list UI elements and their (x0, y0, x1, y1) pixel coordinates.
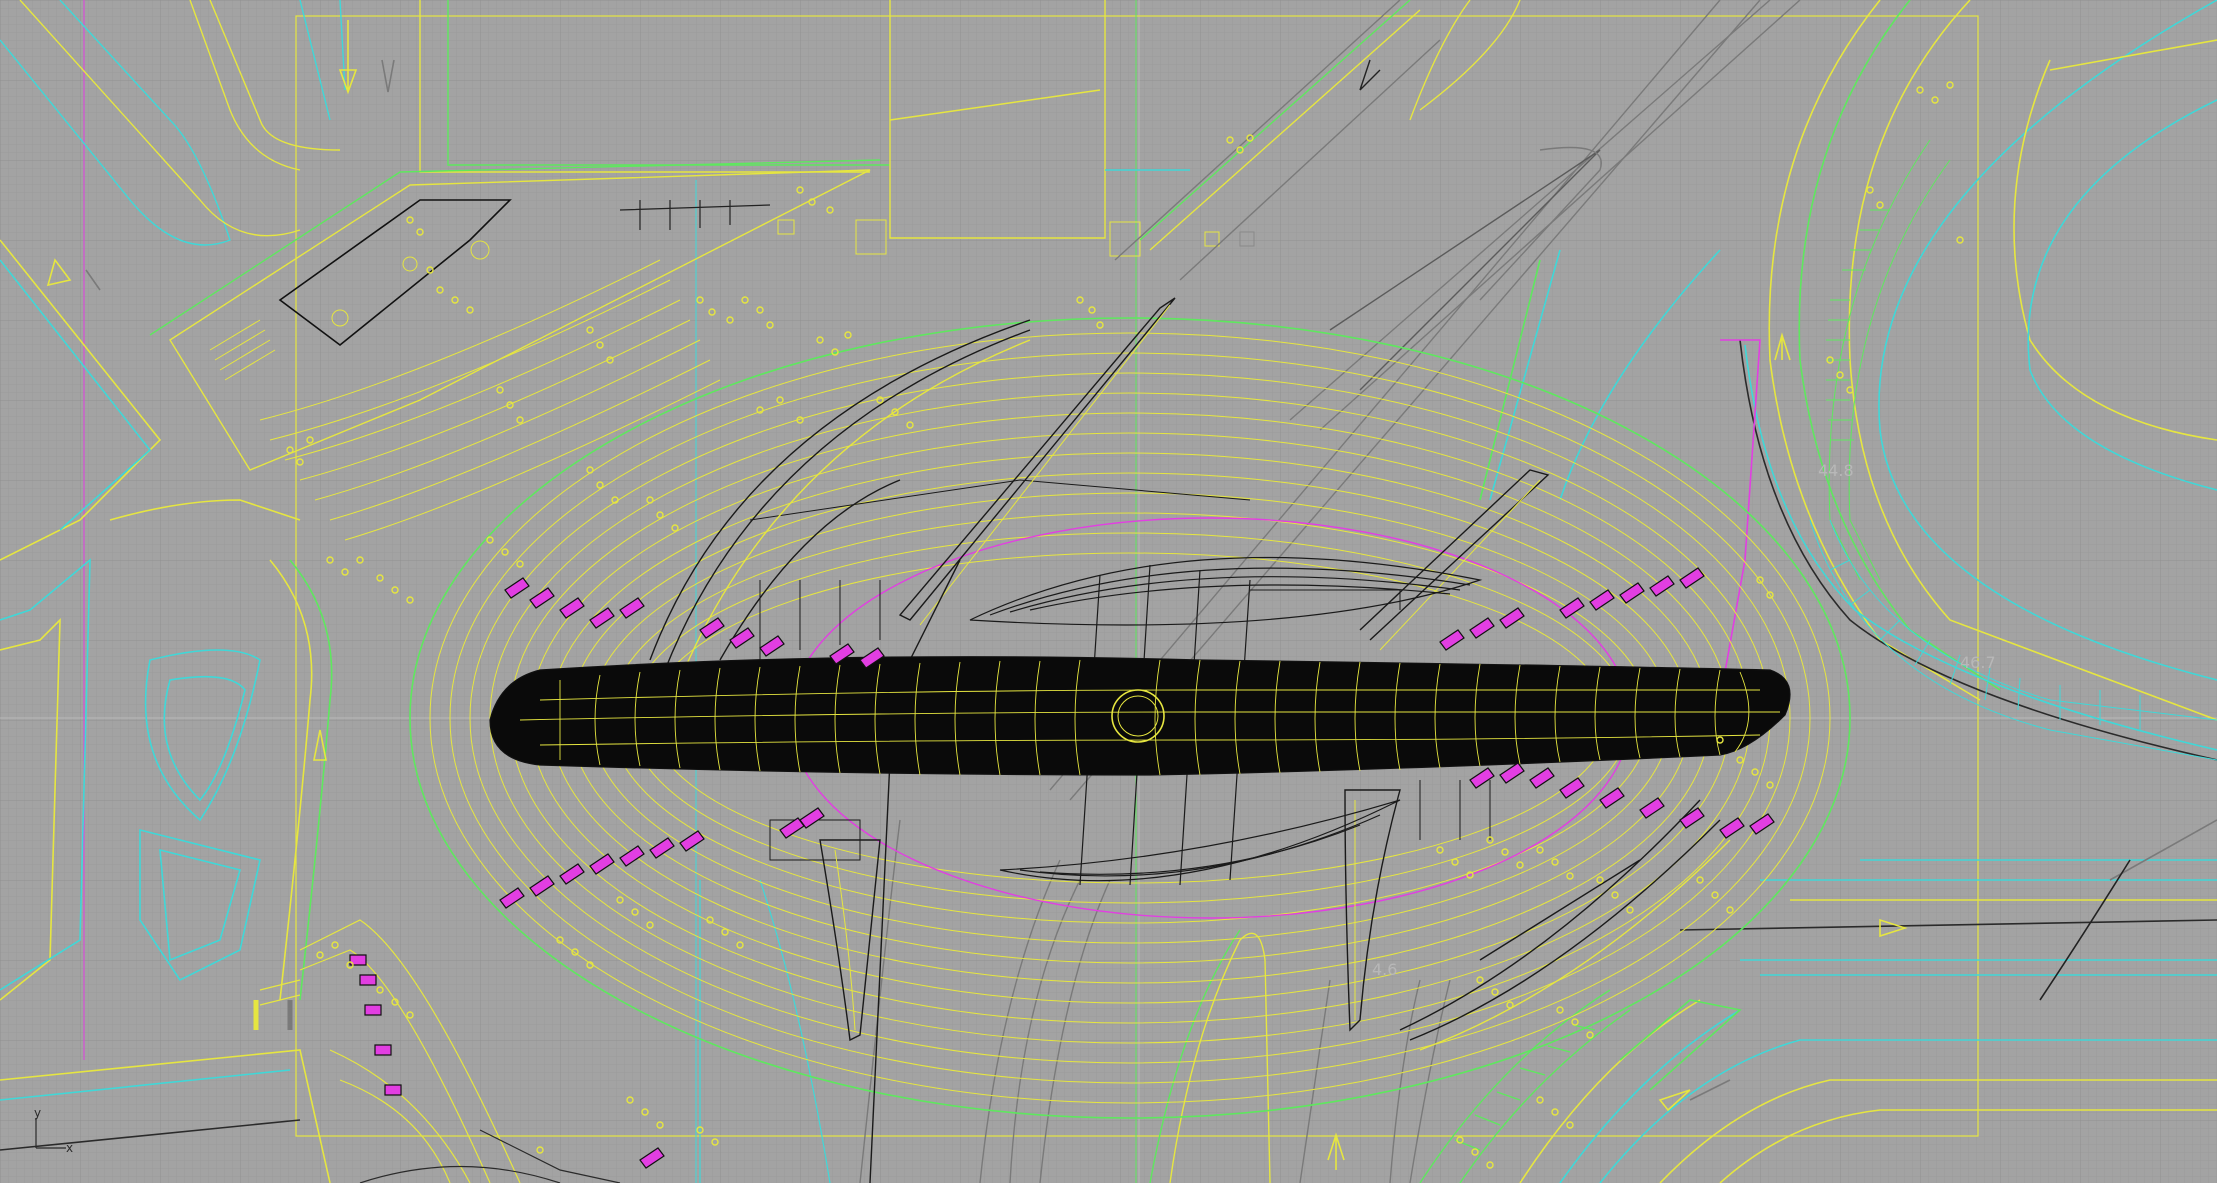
svg-text:x: x (66, 1141, 73, 1155)
dimension-label-lower-center: 4.6 (1372, 960, 1397, 979)
rhino-viewport-top[interactable]: 44.8 46.7 4.6 y x (0, 0, 2217, 1183)
svg-text:y: y (34, 1106, 41, 1120)
main-tube-body (489, 656, 1791, 776)
dimension-label-ramp-lower: 46.7 (1960, 653, 1996, 672)
construction-grid (0, 0, 2217, 1183)
dimension-label-ramp-top: 44.8 (1818, 461, 1854, 480)
cad-drawing[interactable]: 44.8 46.7 4.6 y x (0, 0, 2217, 1183)
